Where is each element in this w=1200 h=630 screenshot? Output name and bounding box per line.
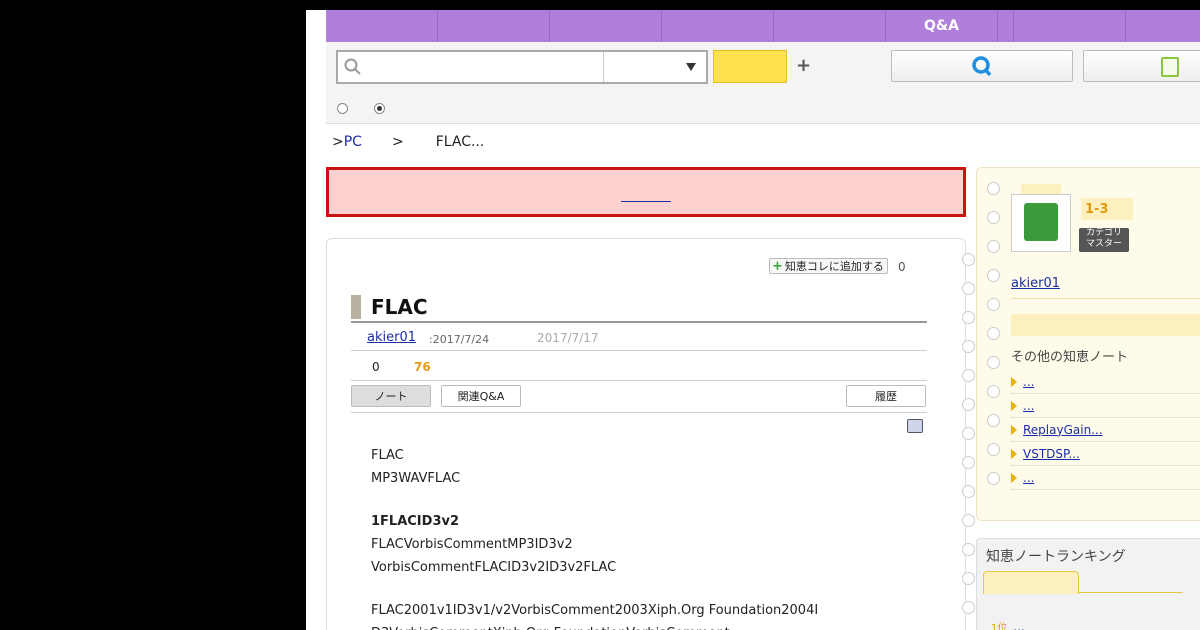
note-title: FLAC — [371, 295, 428, 319]
search-radio-2[interactable] — [374, 103, 385, 114]
nav-item-2[interactable] — [438, 10, 550, 42]
book-icon — [1024, 203, 1058, 241]
ranking-position: 1位 — [991, 623, 1008, 630]
author-link[interactable]: akier01 — [367, 330, 416, 345]
note-stats: 0 76 — [351, 353, 927, 381]
qa-search-button[interactable] — [891, 50, 1073, 82]
tab-note[interactable]: ノート — [351, 385, 431, 407]
search-button[interactable] — [713, 50, 787, 83]
breadcrumb-prefix: > — [332, 134, 344, 150]
note-meta: akier01 :2017/7/24 2017/7/17 — [351, 325, 927, 351]
note-body: FLAC MP3WAVFLAC 1FLACID3v2 FLACVorbisCom… — [371, 444, 891, 630]
sidebar-yellow-bar — [1011, 314, 1200, 336]
search-input[interactable] — [338, 52, 604, 82]
plus-icon[interactable]: + — [796, 55, 811, 76]
nav-item-4[interactable] — [662, 10, 774, 42]
note-tabs: ノート 関連Q&A 履歴 — [351, 385, 927, 413]
arrow-right-icon — [1011, 376, 1017, 387]
alert-banner — [326, 167, 966, 217]
page: Q&A + > PC > FLAC... + 知恵コレに追加する 0 FLAC … — [306, 10, 1200, 630]
list-item[interactable]: ... — [1011, 370, 1200, 394]
tab-history[interactable]: 履歴 — [846, 385, 926, 407]
nav-item-5[interactable] — [774, 10, 886, 42]
top-navigation: Q&A — [326, 10, 1200, 42]
body-line: MP3WAVFLAC — [371, 471, 461, 486]
other-notes-list: ... ... ReplayGain... VSTDSP... ... — [1011, 370, 1200, 490]
body-line: FLAC2001v1ID3v1/v2VorbisComment2003Xiph.… — [371, 603, 819, 618]
category-master-line1: カテゴリ — [1085, 228, 1122, 238]
note-icon — [1161, 57, 1179, 77]
list-item[interactable]: ... — [1011, 466, 1200, 490]
nav-item-qa[interactable]: Q&A — [886, 10, 998, 42]
sidebar-user-link[interactable]: akier01 — [1011, 276, 1060, 291]
note-title-bar: FLAC — [351, 295, 927, 323]
updated-date: 2017/7/17 — [537, 331, 599, 345]
nav-item-8[interactable] — [1014, 10, 1126, 42]
tab-related-qa[interactable]: 関連Q&A — [441, 385, 521, 407]
ranking-panel: 知恵ノートランキング 1位 ... — [976, 538, 1200, 630]
arrow-right-icon — [1011, 448, 1017, 459]
chevron-down-icon — [686, 63, 696, 71]
ranking-tab-active[interactable] — [983, 571, 1079, 594]
stat-count-2: 76 — [414, 360, 431, 374]
nav-item-3[interactable] — [550, 10, 662, 42]
rank-badge: 1-3 — [1081, 198, 1133, 220]
other-notes-heading: その他の知恵ノート — [1011, 350, 1129, 365]
author-sidebar: 1-3 カテゴリ マスター akier01 その他の知恵ノート ... ... … — [976, 167, 1200, 521]
nav-item-1[interactable] — [326, 10, 438, 42]
sidebar-ring-binder — [987, 182, 1000, 501]
search-radio-1[interactable] — [337, 103, 348, 114]
title-marker — [351, 295, 363, 319]
search-bar: + — [326, 42, 1200, 124]
alert-link[interactable] — [621, 188, 671, 202]
breadcrumb-current: FLAC... — [435, 134, 485, 150]
body-line: FLAC — [371, 448, 404, 463]
ranking-row: 1位 ... — [991, 619, 1025, 630]
avatar[interactable] — [1011, 194, 1071, 252]
search-category-select[interactable] — [604, 52, 706, 82]
add-to-collection-button[interactable]: + 知恵コレに追加する — [769, 258, 888, 274]
green-plus-icon: + — [772, 258, 783, 274]
list-item[interactable]: VSTDSP... — [1011, 442, 1200, 466]
list-item[interactable]: ... — [1011, 394, 1200, 418]
search-icon — [344, 58, 361, 75]
note-panel: + 知恵コレに追加する 0 FLAC akier01 :2017/7/24 20… — [326, 238, 975, 630]
printer-icon[interactable] — [907, 419, 923, 433]
arrow-right-icon — [1011, 400, 1017, 411]
breadcrumb-category[interactable]: PC — [344, 134, 362, 150]
rank-badge-text: 1-3 — [1085, 201, 1109, 217]
posted-date: :2017/7/24 — [429, 333, 490, 346]
body-heading: 1FLACID3v2 — [371, 514, 460, 529]
ranking-tabs — [983, 571, 1183, 594]
note-search-button[interactable] — [1083, 50, 1200, 82]
q-icon — [972, 56, 992, 77]
list-item[interactable]: ReplayGain... — [1011, 418, 1200, 442]
ranking-link[interactable]: ... — [1013, 620, 1024, 630]
nav-item-7[interactable] — [998, 10, 1014, 42]
body-line: VorbisCommentFLACID3v2ID3v2FLAC — [371, 560, 617, 575]
category-master-badge: カテゴリ マスター — [1079, 228, 1129, 252]
arrow-right-icon — [1011, 472, 1017, 483]
body-line: FLACVorbisCommentMP3ID3v2 — [371, 537, 573, 552]
category-master-line2: マスター — [1085, 239, 1122, 249]
stat-count-1: 0 — [372, 360, 380, 374]
ranking-title: 知恵ノートランキング — [986, 549, 1126, 565]
breadcrumb: > PC > FLAC... — [332, 134, 484, 150]
collection-count: 0 — [898, 260, 906, 274]
add-to-collection-label: 知恵コレに追加する — [784, 260, 884, 273]
divider — [1011, 298, 1200, 299]
body-line: D3VorbisCommentXiph.Org FoundationVorbis… — [371, 622, 891, 630]
search-box — [336, 50, 708, 84]
ring-binder — [962, 253, 976, 630]
breadcrumb-separator: > — [391, 134, 404, 150]
arrow-right-icon — [1011, 424, 1017, 435]
